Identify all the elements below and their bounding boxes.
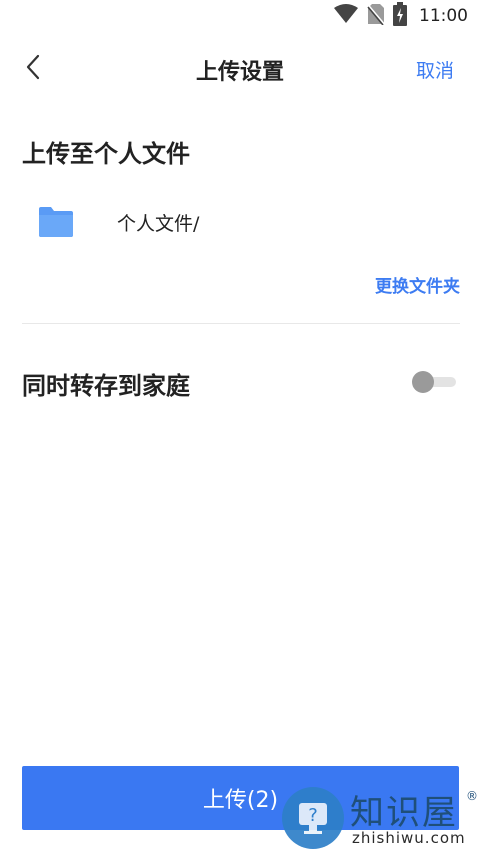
status-time: 11:00 [419,6,468,26]
status-icons: 11:00 [333,2,468,30]
header: 上传设置 取消 [0,40,480,98]
folder-icon [37,205,77,239]
family-save-label: 同时转存到家庭 [22,372,190,400]
no-sim-icon [367,3,385,29]
wifi-icon [333,4,359,28]
watermark: ? 知识屋 ® zhishiwu.com [282,783,480,853]
family-save-toggle[interactable] [410,370,458,394]
battery-charging-icon [393,2,407,30]
cancel-button[interactable]: 取消 [416,56,454,83]
status-bar: 11:00 [0,0,480,32]
watermark-brand: 知识屋 [350,793,458,833]
folder-row: 个人文件/ [22,196,458,248]
watermark-logo: ? [282,787,344,849]
svg-text:?: ? [308,805,318,826]
watermark-domain: zhishiwu.com [352,829,466,847]
watermark-registered: ® [466,789,478,803]
folder-path: 个人文件/ [117,212,200,235]
toggle-knob [412,371,434,393]
upload-target-title: 上传至个人文件 [22,140,190,168]
page-title: 上传设置 [195,60,284,85]
divider [22,323,460,324]
change-folder-link[interactable]: 更换文件夹 [375,272,460,297]
